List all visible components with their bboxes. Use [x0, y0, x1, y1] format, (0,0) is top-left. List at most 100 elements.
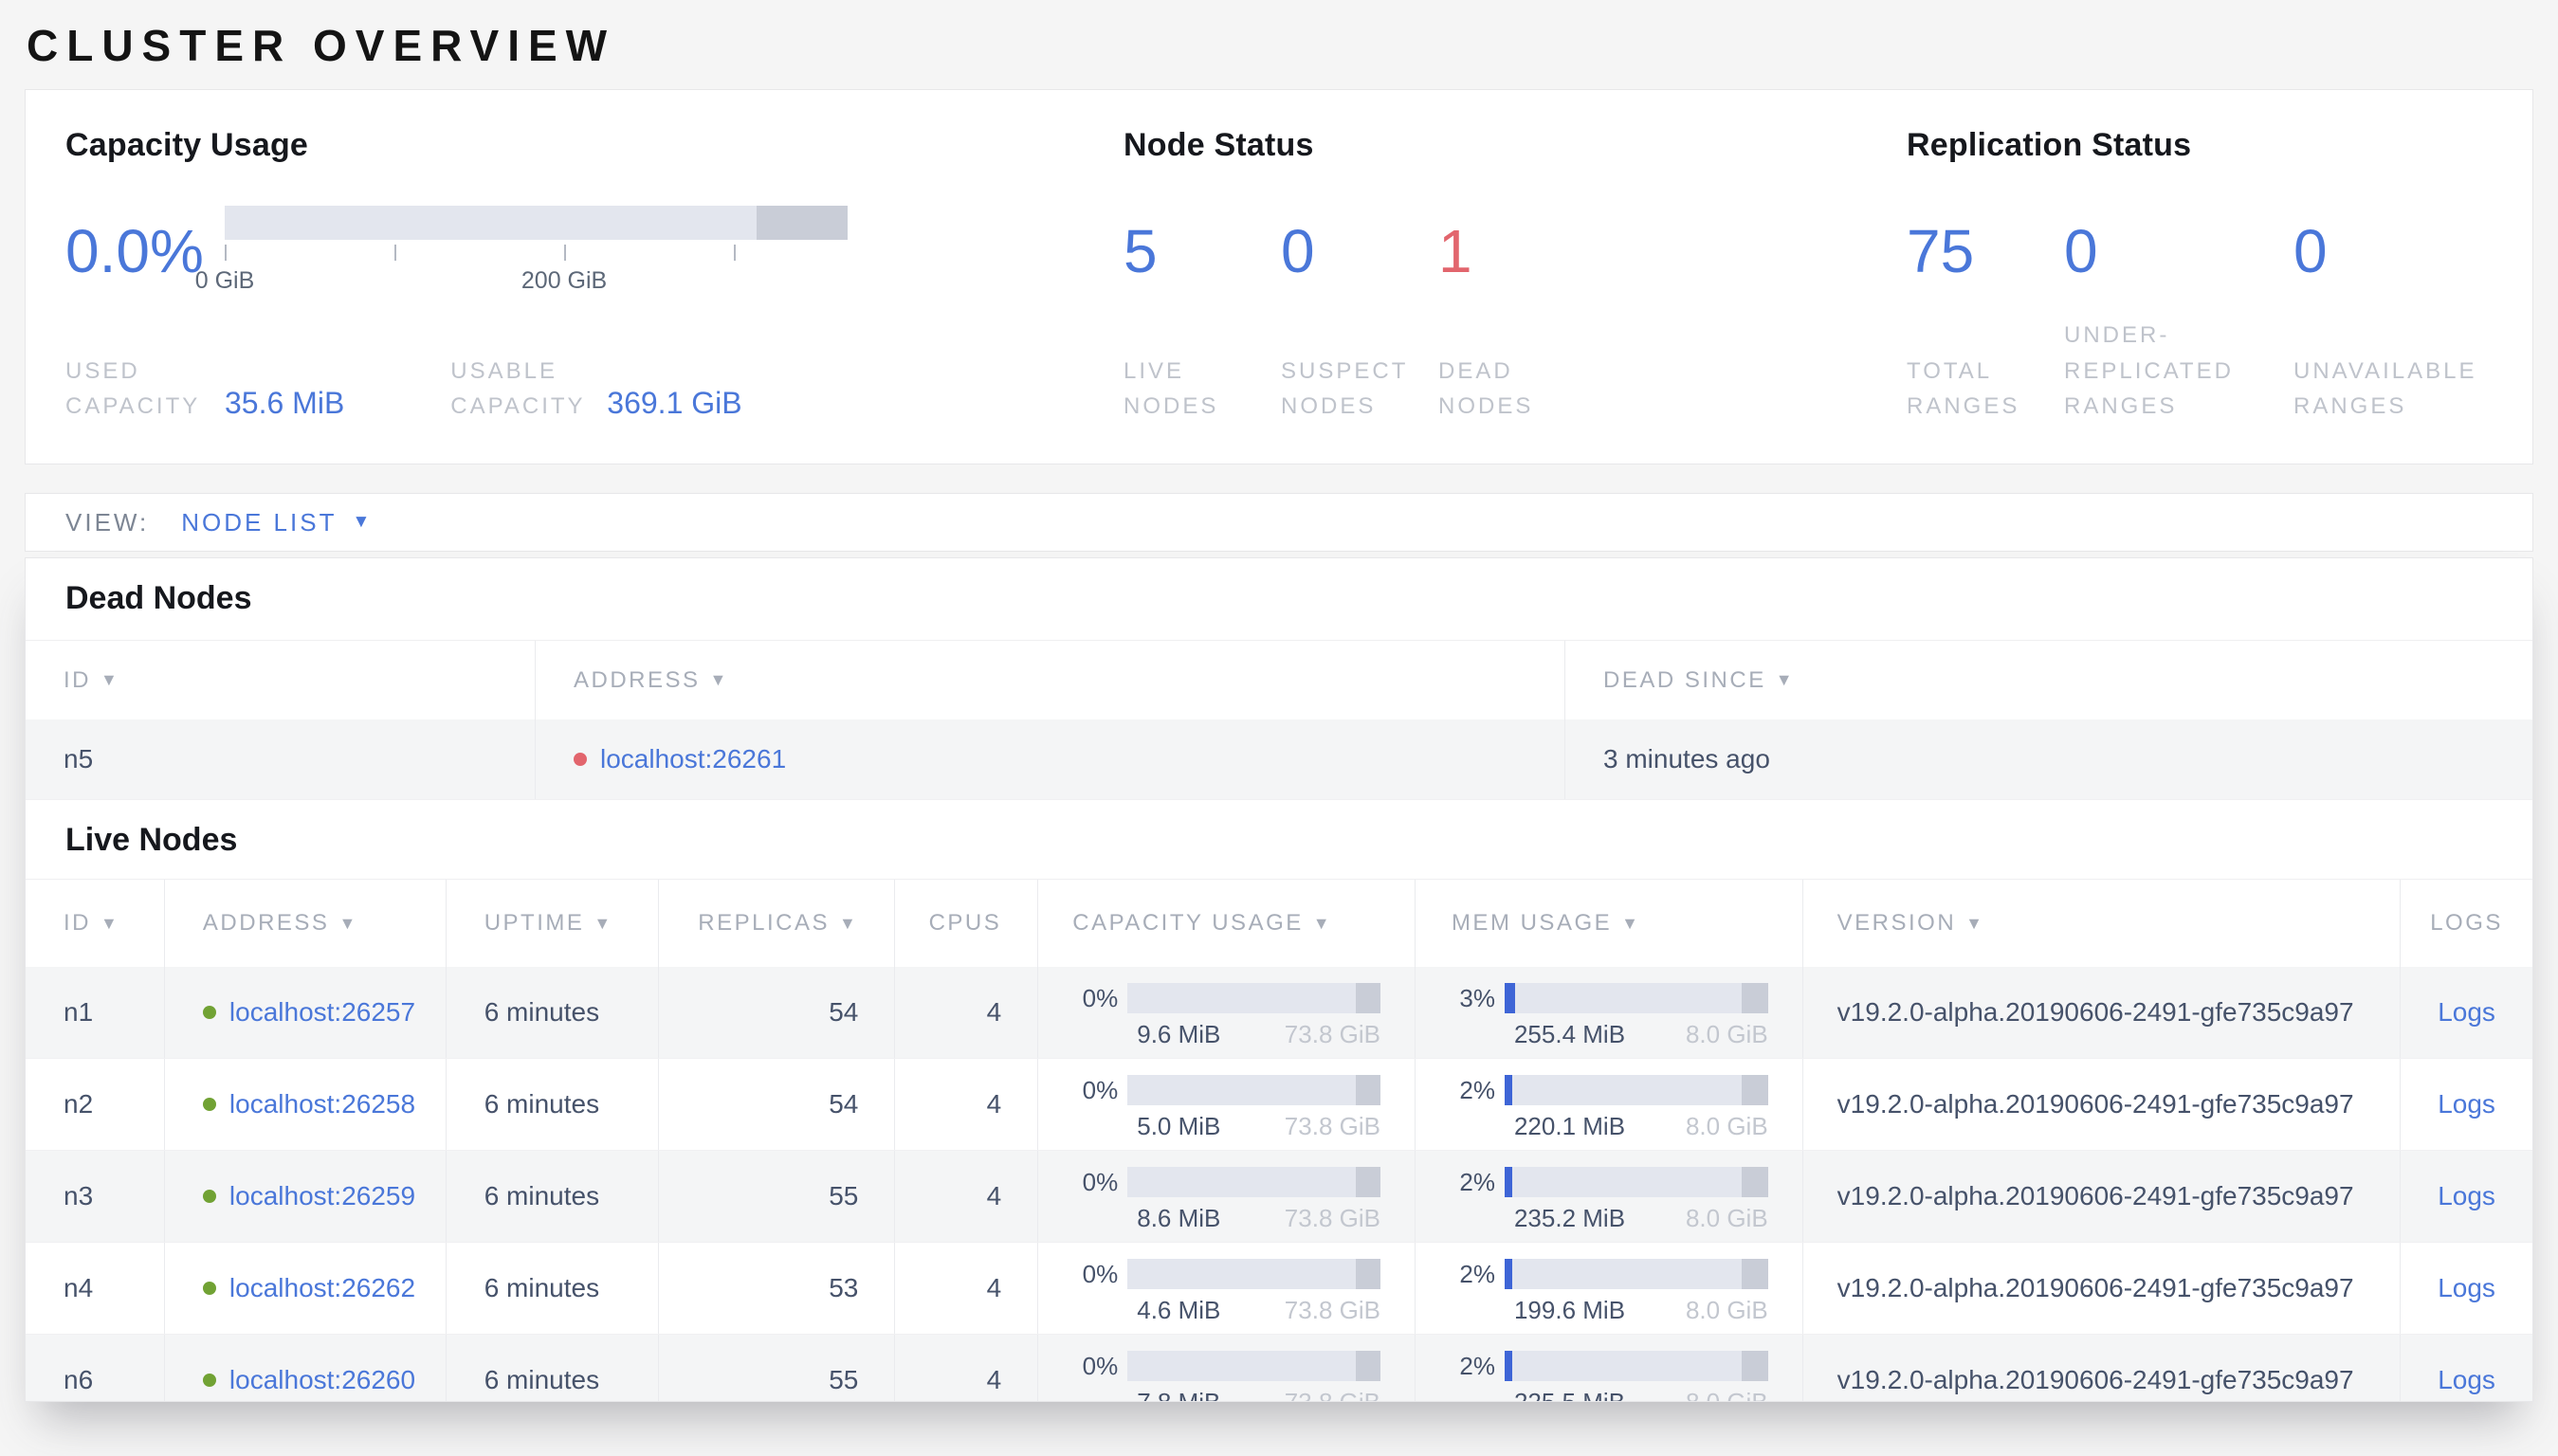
mem-used-value: 255.4 MiB	[1513, 1020, 1626, 1048]
node-id-cell: n2	[26, 1059, 165, 1150]
column-header-id[interactable]: ID	[26, 880, 165, 967]
capacity-bar-track	[1127, 1259, 1380, 1289]
mem-total-value: 8.0 GiB	[1685, 1204, 1768, 1232]
mem-total-value: 8.0 GiB	[1685, 1388, 1768, 1402]
usable-capacity-value: 369.1 GiB	[607, 386, 742, 420]
node-address-link[interactable]: localhost:26262	[229, 1273, 415, 1303]
dead-nodes-table-header: ID ADDRESS DEAD SINCE	[26, 640, 2532, 719]
capacity-bar-reserved-segment	[1355, 1351, 1380, 1381]
version-cell: v19.2.0-alpha.20190606-2491-gfe735c9a97	[1803, 1059, 2402, 1150]
mem-percent: 2%	[1459, 1351, 1495, 1380]
logs-link[interactable]: Logs	[2438, 1089, 2495, 1119]
column-header-id[interactable]: ID	[26, 641, 536, 719]
logs-cell: Logs	[2401, 1059, 2532, 1150]
capacity-meter: 0% 9.6 MiB 73.8 GiB	[1072, 983, 1380, 1049]
mem-bar-track	[1504, 1259, 1768, 1289]
suspect-nodes-label: SUSPECT NODES	[1281, 357, 1409, 419]
capacity-bar-track	[1127, 1075, 1380, 1105]
capacity-used-value: 4.6 MiB	[1137, 1296, 1221, 1324]
live-nodes-table-header: ID ADDRESS UPTIME REPLICAS CPUS CAPACITY…	[26, 879, 2532, 967]
node-address-link[interactable]: localhost:26259	[229, 1181, 415, 1211]
used-capacity-stat: USED CAPACITY 35.6 MiB	[65, 354, 344, 424]
dead-nodes-count: 1	[1438, 217, 1472, 285]
cpus-cell: 4	[895, 1059, 1039, 1150]
capacity-usage-cell: 0% 4.6 MiB 73.8 GiB	[1038, 1243, 1416, 1334]
node-status-section: Node Status 5 LIVE NODES 0 SUSPECT NODES…	[1124, 126, 1907, 424]
uptime-cell: 6 minutes	[447, 1151, 659, 1242]
under-replicated-label: UNDER- REPLICATED RANGES	[2064, 322, 2234, 419]
mem-bar-track	[1504, 983, 1768, 1013]
mem-meter: 3% 255.4 MiB 8.0 GiB	[1450, 983, 1768, 1049]
capacity-total-value: 73.8 GiB	[1284, 1112, 1380, 1140]
logs-cell: Logs	[2401, 1335, 2532, 1401]
capacity-usage-cell: 0% 5.0 MiB 73.8 GiB	[1038, 1059, 1416, 1150]
replicas-cell: 54	[659, 1059, 896, 1150]
mem-used-value: 199.6 MiB	[1513, 1296, 1626, 1324]
capacity-percent: 0%	[1082, 1259, 1119, 1288]
capacity-bar-reserved-segment	[1355, 1259, 1380, 1289]
cluster-summary-card: Capacity Usage 0.0% 0 GiB 200 GiB USED C…	[25, 89, 2533, 464]
capacity-total-value: 73.8 GiB	[1284, 1296, 1380, 1324]
column-header-dead-since[interactable]: DEAD SINCE	[1565, 641, 2532, 719]
capacity-used-value: 5.0 MiB	[1137, 1112, 1221, 1140]
column-header-replicas[interactable]: REPLICAS	[659, 880, 896, 967]
live-nodes-stat: 5 LIVE NODES	[1124, 206, 1281, 424]
mem-usage-cell: 2% 220.1 MiB 8.0 GiB	[1416, 1059, 1803, 1150]
column-header-address[interactable]: ADDRESS	[165, 880, 447, 967]
column-header-address[interactable]: ADDRESS	[536, 641, 1565, 719]
mem-total-value: 8.0 GiB	[1685, 1296, 1768, 1324]
axis-tick-label: 200 GiB	[521, 267, 608, 294]
mem-percent: 2%	[1459, 1167, 1495, 1196]
nodes-tables-card: Dead Nodes ID ADDRESS DEAD SINCE n5 loca…	[25, 557, 2533, 1402]
axis-tick	[734, 245, 737, 261]
page-title: CLUSTER OVERVIEW	[27, 21, 616, 70]
uptime-cell: 6 minutes	[447, 1335, 659, 1401]
logs-link[interactable]: Logs	[2438, 1181, 2495, 1211]
capacity-bar-track	[1127, 1167, 1380, 1197]
column-header-version[interactable]: VERSION	[1803, 880, 2402, 967]
node-address-link[interactable]: localhost:26258	[229, 1089, 415, 1119]
usable-capacity-stat: USABLE CAPACITY 369.1 GiB	[450, 354, 741, 424]
capacity-used-value: 8.6 MiB	[1137, 1204, 1221, 1232]
capacity-percent: 0%	[1082, 1167, 1119, 1196]
cpus-cell: 4	[895, 1335, 1039, 1401]
unavailable-ranges-count: 0	[2293, 217, 2328, 285]
capacity-total-value: 73.8 GiB	[1284, 1388, 1380, 1402]
replicas-cell: 55	[659, 1335, 896, 1401]
view-dropdown[interactable]: NODE LIST ▼	[181, 508, 373, 537]
mem-bar-reserved-segment	[1742, 983, 1768, 1013]
column-header-cpus: CPUS	[895, 880, 1039, 967]
capacity-bar-reserved-segment	[1355, 1075, 1380, 1105]
node-address-cell: localhost:26261	[536, 719, 1565, 799]
capacity-usage-cell: 0% 8.6 MiB 73.8 GiB	[1038, 1151, 1416, 1242]
cpus-cell: 4	[895, 1151, 1039, 1242]
node-address-link[interactable]: localhost:26257	[229, 997, 415, 1028]
mem-bar-reserved-segment	[1742, 1167, 1768, 1197]
mem-percent: 2%	[1459, 1259, 1495, 1288]
logs-link[interactable]: Logs	[2438, 1273, 2495, 1303]
node-address-cell: localhost:26259	[165, 1151, 447, 1242]
logs-cell: Logs	[2401, 967, 2532, 1058]
mem-usage-cell: 2% 199.6 MiB 8.0 GiB	[1416, 1243, 1803, 1334]
column-header-uptime[interactable]: UPTIME	[447, 880, 659, 967]
version-cell: v19.2.0-alpha.20190606-2491-gfe735c9a97	[1803, 1151, 2402, 1242]
capacity-bar-reserved-segment	[1355, 983, 1380, 1013]
column-header-logs: LOGS	[2430, 910, 2503, 936]
logs-link[interactable]: Logs	[2438, 997, 2495, 1028]
column-header-capacity-usage[interactable]: CAPACITY USAGE	[1038, 880, 1416, 967]
node-address-link[interactable]: localhost:26261	[600, 744, 786, 774]
mem-percent: 3%	[1459, 983, 1495, 1012]
version-cell: v19.2.0-alpha.20190606-2491-gfe735c9a97	[1803, 1335, 2402, 1401]
node-status-title: Node Status	[1124, 127, 1314, 163]
total-ranges-count: 75	[1907, 217, 1975, 285]
node-address-link[interactable]: localhost:26260	[229, 1365, 415, 1395]
dead-nodes-heading: Dead Nodes	[65, 580, 252, 616]
capacity-used-value: 7.8 MiB	[1137, 1388, 1221, 1402]
capacity-usage-section: Capacity Usage 0.0% 0 GiB 200 GiB USED C…	[26, 126, 1124, 424]
logs-link[interactable]: Logs	[2438, 1365, 2495, 1395]
capacity-usage-cell: 0% 9.6 MiB 73.8 GiB	[1038, 967, 1416, 1058]
column-header-mem-usage[interactable]: MEM USAGE	[1416, 880, 1803, 967]
axis-tick	[394, 245, 397, 261]
live-nodes-count: 5	[1124, 217, 1158, 285]
suspect-nodes-count: 0	[1281, 217, 1315, 285]
